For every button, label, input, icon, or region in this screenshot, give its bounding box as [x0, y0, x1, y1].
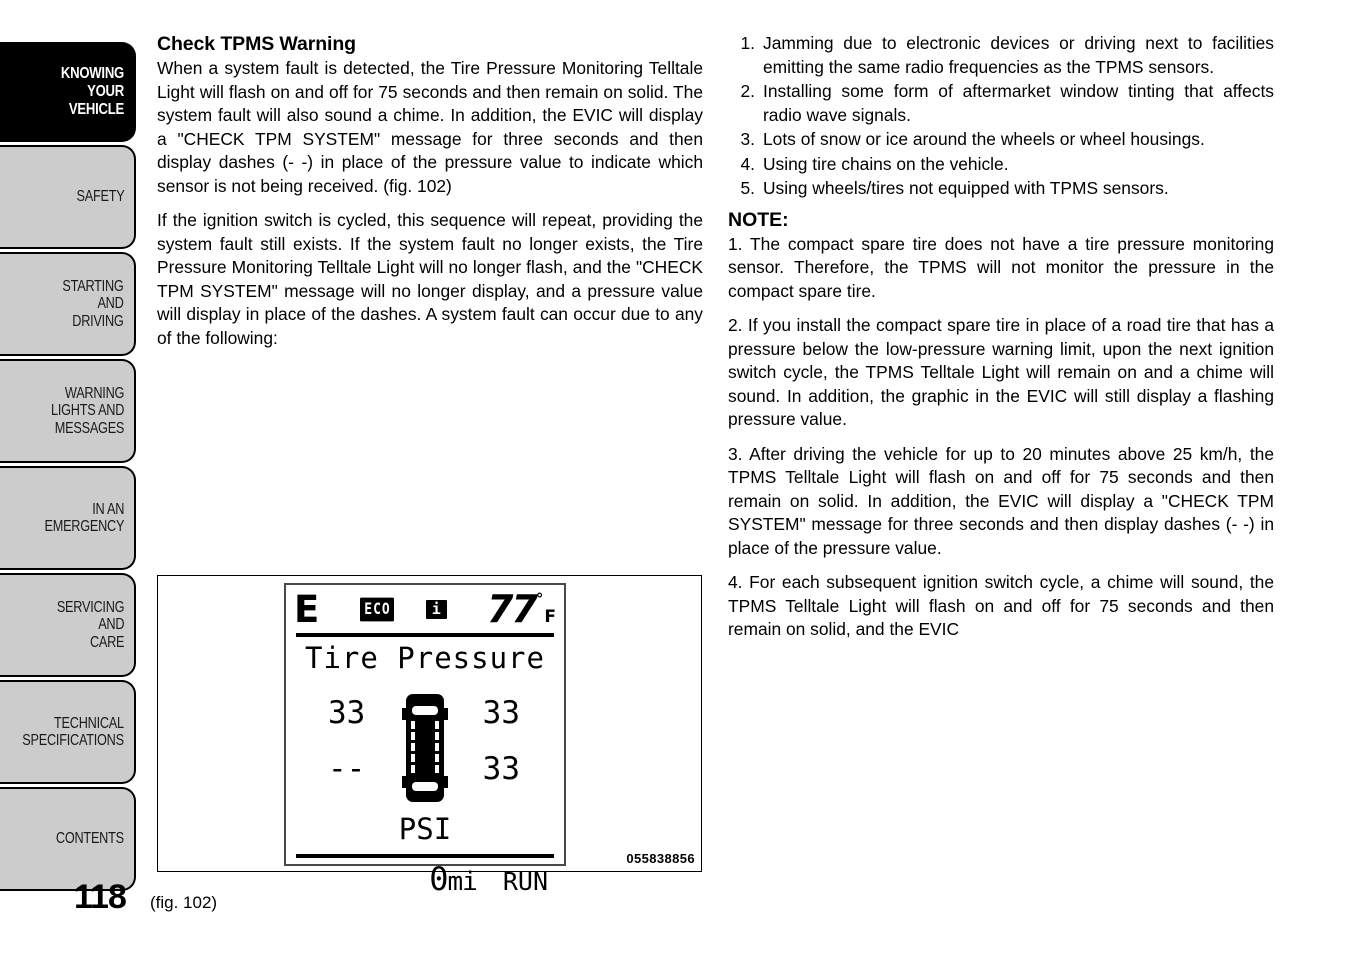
list-item: 1. Jamming due to electronic devices or … [728, 32, 1274, 79]
sidebar-item-label: IN AN EMERGENCY [44, 500, 124, 536]
fuel-empty-indicator: E [294, 587, 319, 631]
body-paragraph-2: If the ignition switch is cycled, this s… [157, 210, 703, 348]
list-item-text: Using wheels/tires not equipped with TPM… [763, 178, 1169, 198]
evic-screen-title: Tire Pressure [305, 641, 545, 675]
note-paragraph-3: 3. After driving the vehicle for up to 2… [728, 443, 1274, 558]
list-item-number: 2. [740, 81, 755, 101]
evic-status-bar: E ECO i 77 ° F [286, 585, 564, 633]
sidebar-item-contents[interactable]: CONTENTS [0, 787, 136, 891]
odometer-unit: mi [447, 867, 478, 897]
page-number: 118 [74, 878, 127, 916]
odometer-value: 0 [429, 860, 448, 898]
sidebar-item-label: STARTING AND DRIVING [62, 277, 124, 330]
sidebar-item-label: SERVICING AND CARE [56, 598, 125, 651]
section-heading: Check TPMS Warning [157, 33, 356, 55]
evic-display-screen: E ECO i 77 ° F Tire Pressure 33 -- 33 33 [284, 583, 566, 897]
note-paragraph-2: 2. If you install the compact spare tire… [728, 315, 1274, 429]
body-paragraph-1: When a system fault is detected, the Tir… [157, 58, 703, 196]
list-item-number: 1. [740, 33, 755, 53]
left-text-column: Check TPMS Warning When a system fault i… [157, 32, 703, 361]
degree-symbol-icon: ° [535, 590, 544, 608]
pressure-rear-left: -- [328, 751, 366, 787]
sidebar-item-label: WARNING LIGHTS AND MESSAGES [50, 384, 124, 437]
outside-temperature: 77 ° F [487, 590, 556, 628]
odometer-reading: 0mi [429, 860, 478, 899]
sidebar-item-starting-and-driving[interactable]: STARTING AND DRIVING [0, 252, 136, 356]
figure-caption: (fig. 102) [150, 893, 218, 912]
vehicle-top-view-icon [402, 694, 448, 802]
evic-divider-top [296, 633, 554, 637]
pressure-unit-label: PSI [398, 812, 452, 846]
sidebar-item-label: TECHNICAL SPECIFICATIONS [22, 714, 124, 750]
sidebar-item-warning-lights-and-messages[interactable]: WARNING LIGHTS AND MESSAGES [0, 359, 136, 463]
evic-footer-bar: 0mi RUN [286, 858, 564, 899]
sidebar-item-safety[interactable]: SAFETY [0, 145, 136, 249]
sidebar-item-technical-specifications[interactable]: TECHNICAL SPECIFICATIONS [0, 680, 136, 784]
sidebar-item-servicing-and-care[interactable]: SERVICING AND CARE [0, 573, 136, 677]
ignition-status: RUN [502, 867, 548, 896]
figure-id-code: 055838856 [626, 851, 695, 866]
temperature-value: 77 [486, 587, 538, 631]
system-fault-causes-list: 1. Jamming due to electronic devices or … [728, 32, 1274, 201]
list-item: 4. Using tire chains on the vehicle. [728, 153, 1274, 177]
list-item-number: 5. [740, 178, 755, 198]
tire-pressure-diagram: 33 -- 33 33 [286, 694, 564, 812]
sidebar-item-label: CONTENTS [56, 830, 124, 848]
pressure-front-left: 33 [328, 695, 366, 731]
right-text-column: 1. Jamming due to electronic devices or … [728, 32, 1274, 653]
sidebar-item-label: SAFETY [76, 188, 124, 206]
pressure-rear-right: 33 [482, 751, 520, 787]
list-item: 3. Lots of snow or ice around the wheels… [728, 128, 1274, 152]
list-item-number: 3. [740, 129, 755, 149]
figure-102-container: E ECO i 77 ° F Tire Pressure 33 -- 33 33 [157, 575, 702, 897]
section-tabs-sidebar: KNOWING YOUR VEHICLE SAFETY STARTING AND… [0, 42, 136, 894]
eco-badge-icon: ECO [360, 597, 394, 621]
temperature-unit: F [544, 607, 556, 627]
list-item: 2. Installing some form of aftermarket w… [728, 80, 1274, 127]
sidebar-item-label: KNOWING YOUR VEHICLE [60, 65, 124, 118]
pressure-front-right: 33 [482, 695, 520, 731]
sidebar-item-knowing-your-vehicle[interactable]: KNOWING YOUR VEHICLE [0, 42, 136, 142]
note-paragraph-1: 1. The compact spare tire does not have … [728, 233, 1274, 301]
note-paragraph-4: 4. For each subsequent ignition switch c… [728, 572, 1274, 639]
note-heading: NOTE: [728, 208, 789, 231]
list-item-text: Using tire chains on the vehicle. [763, 153, 1009, 174]
manual-page: KNOWING YOUR VEHICLE SAFETY STARTING AND… [0, 0, 1352, 954]
list-item-text: Installing some form of aftermarket wind… [763, 81, 1274, 125]
list-item-text: Lots of snow or ice around the wheels or… [763, 129, 1205, 149]
list-item: 5. Using wheels/tires not equipped with … [728, 177, 1274, 201]
list-item-text: Jamming due to electronic devices or dri… [763, 33, 1274, 77]
info-badge-icon: i [425, 599, 447, 619]
sidebar-item-in-an-emergency[interactable]: IN AN EMERGENCY [0, 466, 136, 570]
list-item-number: 4. [740, 153, 755, 174]
